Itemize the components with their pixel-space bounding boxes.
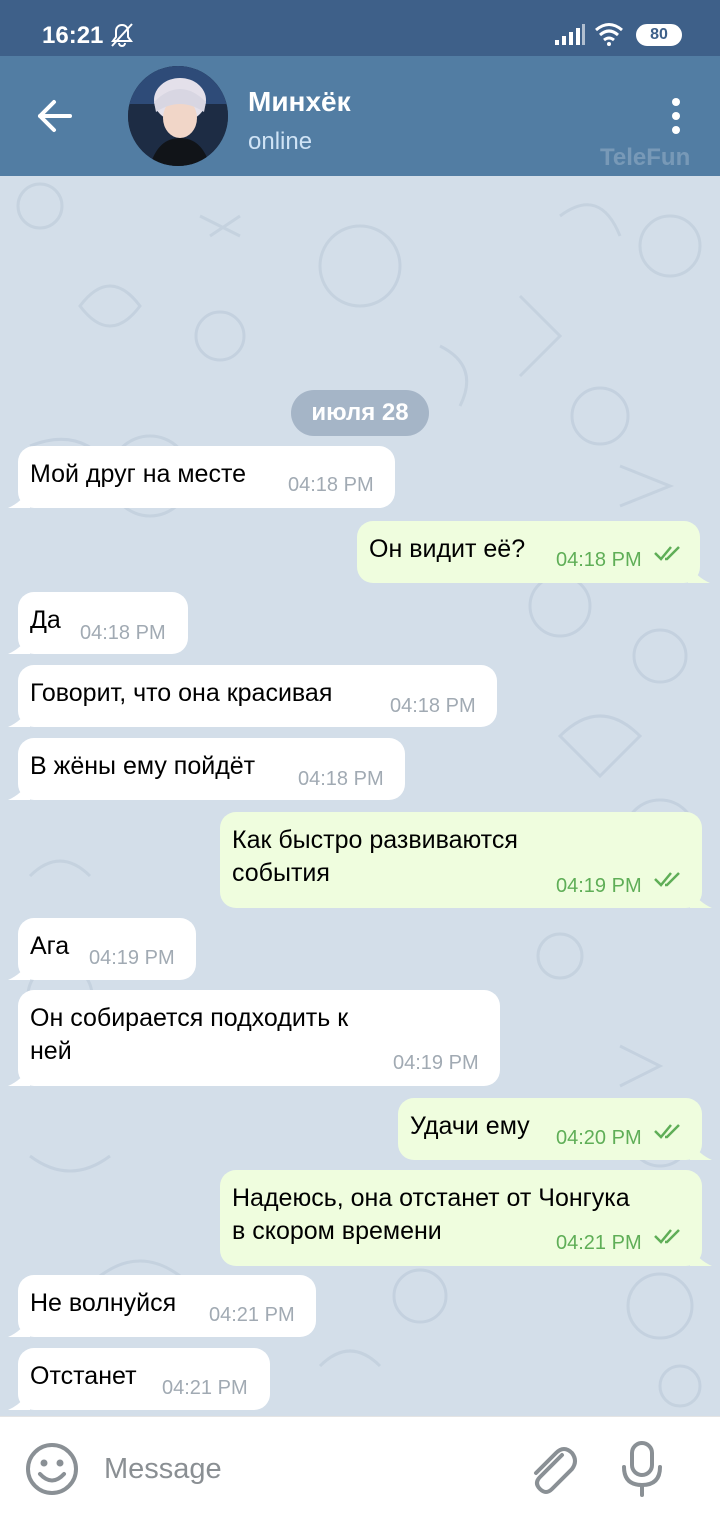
bell-off-icon bbox=[111, 23, 133, 48]
message-text: Да bbox=[30, 606, 61, 634]
message-bubble-incoming[interactable]: Не волнуйся 04:21 PM bbox=[8, 1275, 316, 1337]
date-separator: июля 28 bbox=[291, 390, 429, 436]
avatar[interactable] bbox=[128, 66, 228, 166]
message-time: 04:20 PM bbox=[556, 1127, 642, 1149]
message-time: 04:18 PM bbox=[80, 622, 166, 644]
message-composer bbox=[0, 1416, 720, 1520]
bubble-tail bbox=[8, 780, 30, 800]
message-text: Ага bbox=[30, 932, 70, 960]
bubble-tail bbox=[8, 707, 30, 727]
message-time: 04:18 PM bbox=[390, 695, 476, 717]
bubble-tail bbox=[8, 1317, 30, 1337]
message-time: 04:19 PM bbox=[556, 875, 642, 897]
double-check-icon bbox=[654, 1229, 680, 1244]
bubble-tail bbox=[8, 1390, 30, 1410]
paperclip-icon[interactable] bbox=[524, 1441, 580, 1497]
message-time: 04:21 PM bbox=[162, 1377, 248, 1399]
bubble-tail bbox=[8, 960, 30, 980]
microphone-icon[interactable] bbox=[614, 1439, 670, 1499]
message-time: 04:18 PM bbox=[298, 768, 384, 790]
bubble-tail bbox=[690, 1140, 712, 1160]
message-bubble-incoming[interactable]: В жёны ему пойдёт 04:18 PM bbox=[8, 738, 405, 800]
message-text: Не волнуйся bbox=[30, 1289, 177, 1317]
status-time: 16:21 bbox=[42, 22, 104, 49]
chat-header: Минхёк online TeleFun bbox=[0, 56, 720, 176]
chat-area[interactable]: июля 28 Мой друг на месте 04:18 PM Он ви… bbox=[0, 176, 720, 1416]
message-bubble-incoming[interactable]: Он собирается подходить к ней 04:19 PM bbox=[8, 990, 500, 1086]
smile-icon[interactable] bbox=[24, 1441, 80, 1497]
message-bubble-outgoing[interactable]: Он видит её? 04:18 PM bbox=[357, 521, 710, 583]
message-time: 04:18 PM bbox=[288, 474, 374, 496]
message-text: Он собирается подходить к ней bbox=[30, 1004, 349, 1065]
bubble-tail bbox=[8, 488, 30, 508]
watermark: TeleFun bbox=[600, 144, 691, 171]
bubble-tail bbox=[8, 1066, 30, 1086]
message-bubble-incoming[interactable]: Отстанет 04:21 PM bbox=[8, 1348, 270, 1410]
message-text: Говорит, что она красивая bbox=[30, 679, 333, 707]
message-bubble-incoming[interactable]: Мой друг на месте 04:18 PM bbox=[8, 446, 395, 508]
message-text: Удачи ему bbox=[410, 1112, 530, 1140]
bubble-tail bbox=[690, 888, 712, 908]
battery-indicator: 80 bbox=[636, 24, 682, 46]
bubble-tail bbox=[688, 563, 710, 583]
message-time: 04:21 PM bbox=[209, 1304, 295, 1326]
message-time: 04:19 PM bbox=[89, 947, 175, 969]
message-time: 04:21 PM bbox=[556, 1232, 642, 1254]
bubble-tail bbox=[8, 634, 30, 654]
more-vertical-icon[interactable] bbox=[660, 94, 692, 138]
bubble-tail bbox=[690, 1246, 712, 1266]
wifi-icon bbox=[595, 23, 623, 46]
message-bubble-incoming[interactable]: Ага 04:19 PM bbox=[8, 918, 196, 980]
message-bubble-outgoing[interactable]: Удачи ему 04:20 PM bbox=[398, 1098, 712, 1160]
message-text: Он видит её? bbox=[369, 535, 526, 563]
message-input[interactable] bbox=[104, 1445, 504, 1493]
status-bar: 16:21 80 bbox=[0, 0, 720, 56]
message-bubble-incoming[interactable]: Говорит, что она красивая 04:18 PM bbox=[8, 665, 497, 727]
arrow-left-icon[interactable] bbox=[28, 92, 80, 140]
message-time: 04:19 PM bbox=[393, 1052, 479, 1074]
message-text: В жёны ему пойдёт bbox=[30, 752, 256, 780]
message-bubble-outgoing[interactable]: Как быстро развиваются события 04:19 PM bbox=[220, 812, 712, 908]
message-bubble-incoming[interactable]: Да 04:18 PM bbox=[8, 592, 188, 654]
message-bubble-outgoing[interactable]: Надеюсь, она отстанет от Чонгука в скоро… bbox=[220, 1170, 712, 1266]
signal-icon bbox=[555, 24, 585, 45]
double-check-icon bbox=[654, 1124, 680, 1139]
double-check-icon bbox=[654, 872, 680, 887]
double-check-icon bbox=[654, 546, 680, 561]
message-time: 04:18 PM bbox=[556, 549, 642, 571]
message-text: Отстанет bbox=[30, 1362, 137, 1390]
contact-name[interactable]: Минхёк bbox=[248, 86, 351, 118]
contact-status: online bbox=[248, 128, 313, 155]
message-text: Как быстро развиваются события bbox=[232, 826, 518, 887]
message-text: Мой друг на месте bbox=[30, 460, 247, 488]
